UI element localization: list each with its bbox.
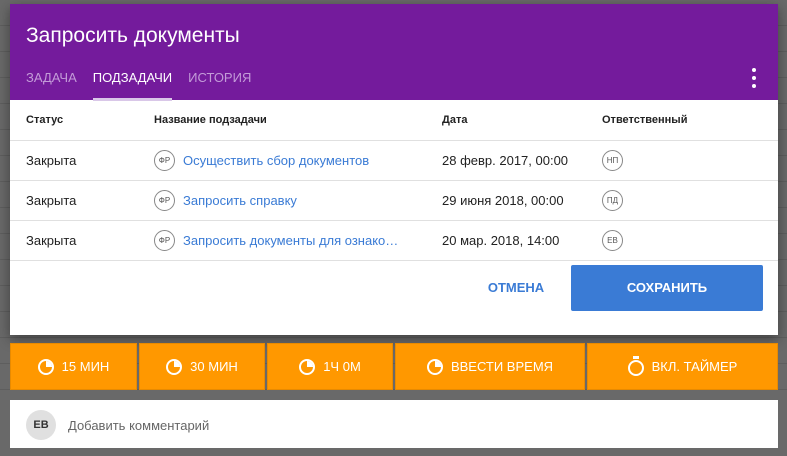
row-date: 28 февр. 2017, 00:00 xyxy=(442,140,602,181)
row-status: Закрыта xyxy=(10,180,154,221)
row-name-cell: ФР Запросить документы для ознакомления xyxy=(154,220,442,261)
time-15min-button[interactable]: 15 мин xyxy=(10,343,137,390)
row-assignee-cell: ПД xyxy=(602,180,778,221)
row-status: Закрыта xyxy=(10,140,154,181)
row-date: 20 мар. 2018, 14:00 xyxy=(442,220,602,261)
dialog-actions: Отмена Сохранить xyxy=(10,265,778,335)
time-button-label: Вкл. таймер xyxy=(651,359,738,374)
subtask-link[interactable]: Запросить документы для ознакомления xyxy=(183,233,401,248)
subtasks-dialog: Запросить документы Задача Подзадачи Ист… xyxy=(10,4,778,335)
table-row[interactable]: Закрыта ФР Осуществить сбор документов 28… xyxy=(10,140,778,181)
tab-history[interactable]: История xyxy=(188,70,251,100)
table-header-row: Статус Название подзадачи Дата Ответстве… xyxy=(10,100,778,141)
subtasks-table: Статус Название подзадачи Дата Ответстве… xyxy=(10,100,778,261)
cancel-button[interactable]: Отмена xyxy=(466,265,566,311)
time-button-label: 1ч 0м xyxy=(323,359,361,374)
row-name-cell: ФР Осуществить сбор документов xyxy=(154,140,442,181)
cancel-button-label: Отмена xyxy=(487,280,545,295)
save-button-label: Сохранить xyxy=(626,280,708,295)
more-vert-icon[interactable] xyxy=(748,68,760,88)
assignee-avatar[interactable]: ПД xyxy=(602,190,623,211)
avatar: ЕВ xyxy=(26,410,56,440)
comment-bar: ЕВ xyxy=(10,400,778,448)
time-1h-button[interactable]: 1ч 0м xyxy=(267,343,393,390)
row-status: Закрыта xyxy=(10,220,154,261)
clock-icon xyxy=(37,358,54,375)
table-row[interactable]: Закрыта ФР Запросить документы для ознако… xyxy=(10,220,778,261)
time-button-label: 30 мин xyxy=(190,359,238,374)
column-header-assignee: Ответственный xyxy=(602,100,778,141)
time-button-label: Ввести время xyxy=(450,359,554,374)
enter-time-button[interactable]: Ввести время xyxy=(395,343,585,390)
row-assignee-cell: НП xyxy=(602,140,778,181)
dialog-tabs: Задача Подзадачи История xyxy=(26,70,267,101)
assignee-avatar[interactable]: ЕВ xyxy=(602,230,623,251)
subtask-type-badge: ФР xyxy=(154,150,175,171)
column-header-date: Дата xyxy=(442,100,602,141)
time-button-label: 15 мин xyxy=(61,359,110,374)
clock-icon xyxy=(299,358,316,375)
start-timer-button[interactable]: Вкл. таймер xyxy=(587,343,778,390)
time-30min-button[interactable]: 30 мин xyxy=(139,343,265,390)
stopwatch-icon xyxy=(627,355,644,376)
dialog-header: Запросить документы Задача Подзадачи Ист… xyxy=(10,4,778,101)
subtask-link[interactable]: Осуществить сбор документов xyxy=(183,153,369,168)
column-header-name: Название подзадачи xyxy=(154,100,442,141)
subtask-type-badge: ФР xyxy=(154,190,175,211)
time-tracking-bar: 15 мин 30 мин 1ч 0м Ввести время Вкл. та… xyxy=(10,343,778,390)
clock-icon xyxy=(166,358,183,375)
table-row[interactable]: Закрыта ФР Запросить справку 29 июня 2018… xyxy=(10,180,778,221)
row-date: 29 июня 2018, 00:00 xyxy=(442,180,602,221)
tab-subtasks[interactable]: Подзадачи xyxy=(92,70,173,101)
clock-icon xyxy=(426,358,443,375)
subtask-link[interactable]: Запросить справку xyxy=(183,193,297,208)
row-name-cell: ФР Запросить справку xyxy=(154,180,442,221)
tab-task[interactable]: Задача xyxy=(26,70,77,100)
comment-input[interactable] xyxy=(66,412,670,438)
dialog-title: Запросить документы xyxy=(26,24,240,47)
save-button[interactable]: Сохранить xyxy=(571,265,763,311)
subtask-type-badge: ФР xyxy=(154,230,175,251)
assignee-avatar[interactable]: НП xyxy=(602,150,623,171)
column-header-status: Статус xyxy=(10,100,154,141)
row-assignee-cell: ЕВ xyxy=(602,220,778,261)
